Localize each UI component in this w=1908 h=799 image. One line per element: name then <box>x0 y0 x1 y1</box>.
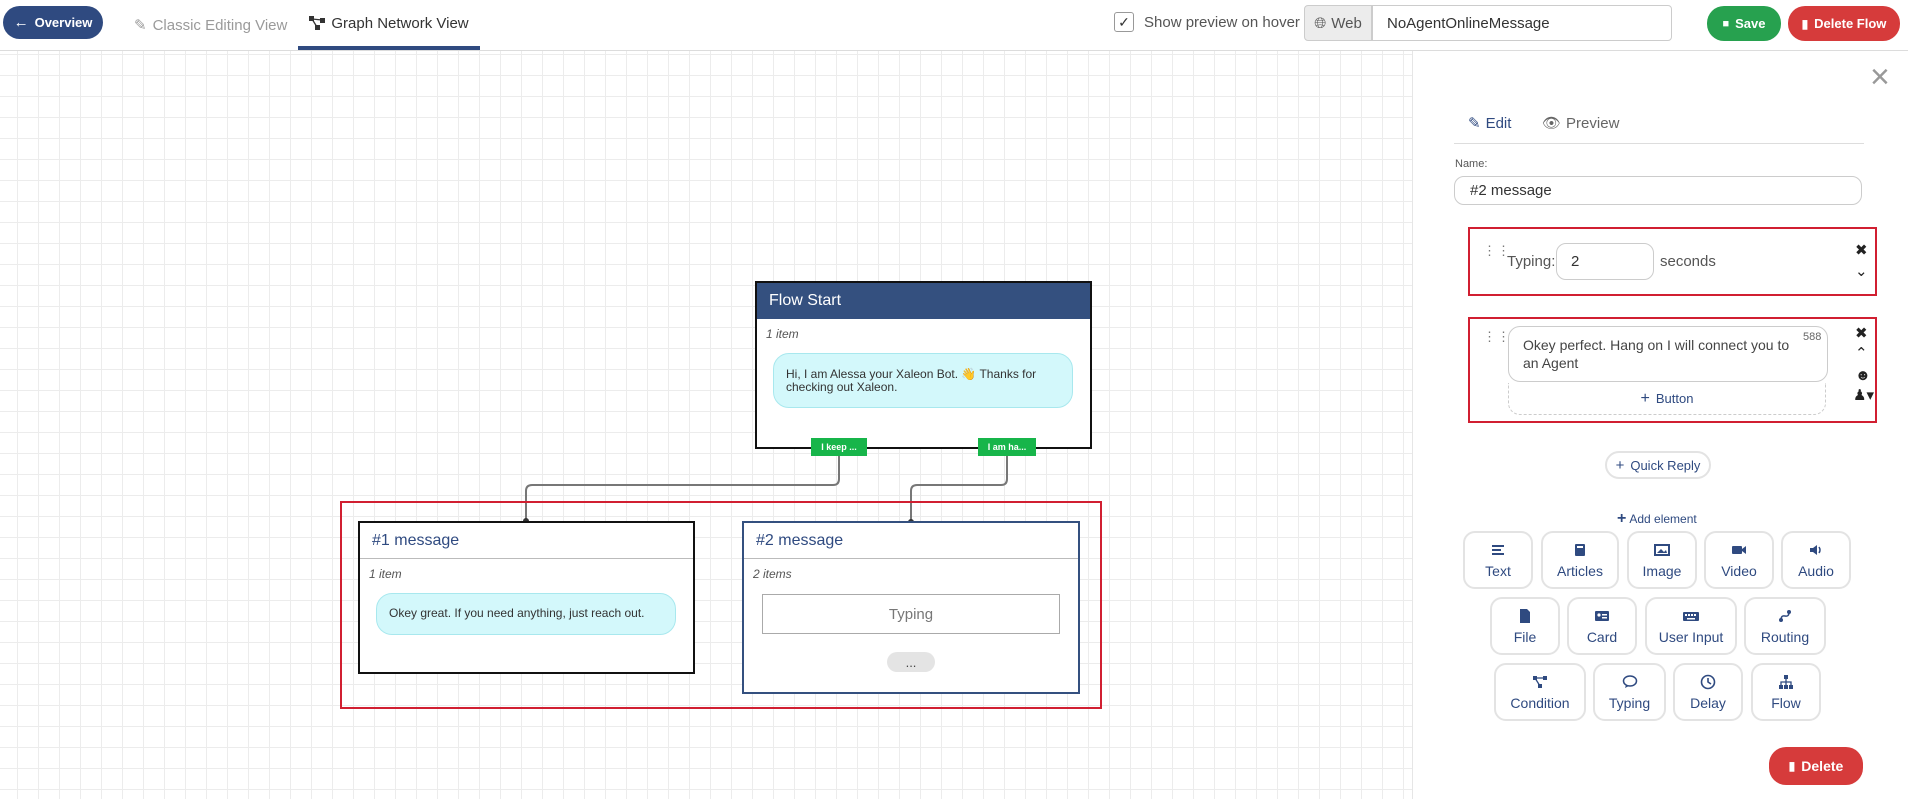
clock-icon <box>1700 674 1716 689</box>
add-card-button[interactable]: Card <box>1567 597 1637 655</box>
chevron-up-icon[interactable]: ⌃ <box>1855 346 1868 361</box>
more-indicator[interactable]: ... <box>887 652 935 672</box>
delete-flow-button[interactable]: ▮ Delete Flow <box>1788 6 1900 41</box>
plus-icon: + <box>1640 389 1650 407</box>
audio-icon <box>1810 544 1821 555</box>
add-delay-button[interactable]: Delay <box>1673 663 1743 721</box>
floppy-icon: ■ <box>1722 17 1730 30</box>
add-image-button[interactable]: Image <box>1627 531 1697 589</box>
node-title: #2 message <box>744 523 1078 559</box>
keyboard-icon <box>1683 611 1699 621</box>
tab-preview[interactable]: 👁︎ Preview <box>1542 114 1620 133</box>
name-input[interactable] <box>1454 176 1862 205</box>
element-label: Articles <box>1557 562 1603 579</box>
chevron-down-icon[interactable]: ⌄ <box>1855 264 1868 279</box>
text-icon <box>1492 544 1504 555</box>
plus-icon: + <box>1615 456 1625 474</box>
element-label: Condition <box>1510 694 1570 711</box>
element-label: Card <box>1586 628 1618 645</box>
message-bubble: Hi, I am Alessa your Xaleon Bot. 👋 Thank… <box>773 353 1073 408</box>
delete-label: Delete <box>1801 758 1844 774</box>
condition-icon <box>1533 675 1547 688</box>
remove-icon[interactable]: ✖ <box>1855 326 1868 341</box>
tab-edit-label: Edit <box>1485 114 1512 132</box>
add-element-text: Add element <box>1629 512 1697 526</box>
drag-handle-icon[interactable]: ⋮⋮ <box>1483 330 1511 343</box>
element-label: Text <box>1485 562 1511 579</box>
element-label: Flow <box>1771 694 1801 711</box>
save-label: Save <box>1735 16 1766 31</box>
add-file-button[interactable]: File <box>1490 597 1560 655</box>
tab-edit[interactable]: ✎ Edit <box>1468 114 1512 133</box>
save-button[interactable]: ■ Save <box>1707 6 1781 41</box>
char-count: 588 <box>1803 331 1822 343</box>
add-text-button[interactable]: Text <box>1463 531 1533 589</box>
emoji-icon[interactable]: ☻ <box>1855 368 1871 383</box>
card-icon <box>1595 610 1609 621</box>
typing-seconds-input[interactable] <box>1556 243 1654 280</box>
add-element-label: + Add element <box>1617 510 1697 528</box>
element-label: Video <box>1721 562 1757 579</box>
delete-button[interactable]: ▮ Delete <box>1769 747 1863 785</box>
item-count: 1 item <box>369 567 402 581</box>
book-icon <box>1575 543 1585 556</box>
element-label: Image <box>1642 562 1682 579</box>
item-count: 2 items <box>753 567 792 581</box>
trash-icon: ▮ <box>1801 16 1809 31</box>
file-icon <box>1520 608 1530 623</box>
edit-icon: ✎ <box>1468 115 1481 132</box>
add-typing-button[interactable]: Typing <box>1593 663 1666 721</box>
trash-icon: ▮ <box>1788 759 1796 773</box>
add-audio-button[interactable]: Audio <box>1781 531 1851 589</box>
sitemap-icon <box>1779 674 1793 689</box>
element-label: User Input <box>1658 628 1724 645</box>
add-routing-button[interactable]: Routing <box>1744 597 1826 655</box>
video-icon <box>1732 545 1746 554</box>
flow-start-title: Flow Start <box>757 283 1090 319</box>
tab-preview-label: Preview <box>1566 114 1620 132</box>
element-label: File <box>1513 628 1537 645</box>
typing-block: Typing <box>762 594 1060 634</box>
seconds-label: seconds <box>1660 253 1716 270</box>
message-bubble: Okey great. If you need anything, just r… <box>376 593 676 635</box>
node-title: #1 message <box>360 523 693 559</box>
quick-reply-tag[interactable]: I am ha... <box>978 438 1036 456</box>
item-count: 1 item <box>766 327 799 341</box>
add-button-button[interactable]: + Button <box>1508 383 1826 415</box>
close-icon[interactable]: × <box>1870 60 1890 94</box>
add-articles-button[interactable]: Articles <box>1541 531 1619 589</box>
add-user-input-button[interactable]: User Input <box>1645 597 1737 655</box>
add-button-label: Button <box>1655 391 1694 406</box>
quick-reply-button[interactable]: + Quick Reply <box>1605 451 1711 479</box>
flow-name-input[interactable] <box>1372 5 1672 41</box>
name-label: Name: <box>1455 158 1488 170</box>
tab-divider <box>1454 143 1864 144</box>
add-flow-button[interactable]: Flow <box>1751 663 1821 721</box>
element-label: Delay <box>1690 694 1726 711</box>
eye-icon: 👁︎ <box>1542 115 1562 132</box>
element-label: Audio <box>1798 562 1834 579</box>
comment-icon <box>1622 674 1637 688</box>
add-condition-button[interactable]: Condition <box>1494 663 1586 721</box>
message-textarea[interactable]: Okey perfect. Hang on I will connect you… <box>1508 326 1828 382</box>
typing-label: Typing: <box>1507 253 1556 270</box>
element-label: Routing <box>1760 628 1810 645</box>
routing-icon <box>1779 609 1791 622</box>
image-icon <box>1654 543 1670 556</box>
add-video-button[interactable]: Video <box>1704 531 1774 589</box>
plus-icon: + <box>1617 510 1627 527</box>
quick-reply-tag[interactable]: I keep ... <box>811 438 867 456</box>
element-label: Typing <box>1608 694 1651 711</box>
delete-flow-label: Delete Flow <box>1814 16 1887 31</box>
remove-icon[interactable]: ✖ <box>1855 243 1868 258</box>
quick-reply-label: Quick Reply <box>1630 457 1701 473</box>
user-dropdown-icon[interactable]: ♟▾ <box>1853 388 1874 403</box>
